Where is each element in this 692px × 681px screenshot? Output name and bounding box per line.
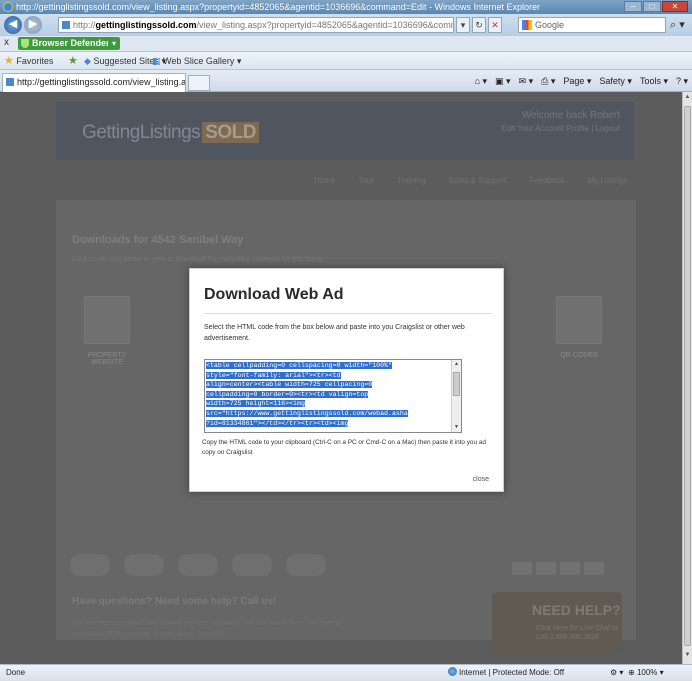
safety-menu[interactable]: Safety ▾ <box>599 74 632 88</box>
command-bar: ⌂ ▾ ▣ ▾ ✉ ▾ ⎙ ▾ Page ▾ Safety ▾ Tools ▾ … <box>475 74 688 88</box>
qr-code-icon[interactable] <box>556 296 602 344</box>
ie-icon <box>3 2 13 12</box>
tab-bar: http://gettinglistingssold.com/view_list… <box>0 70 692 92</box>
badge-icon <box>232 554 272 576</box>
questions-heading: Have questions? Need some help? Call us! <box>72 596 277 607</box>
dialog-title: Download Web Ad <box>204 286 344 303</box>
scroll-up-icon[interactable]: ▲ <box>684 94 691 104</box>
nav-training[interactable]: Training <box>397 176 426 185</box>
badge-icon <box>124 554 164 576</box>
questions-body: Our live representatives are always a ph… <box>72 620 341 638</box>
badge-icon <box>286 554 326 576</box>
site-logo[interactable]: GettingListings SOLD <box>82 122 259 144</box>
compatibility-view-icon[interactable]: ▾ <box>456 17 470 33</box>
home-icon[interactable]: ⌂ ▾ <box>475 74 487 88</box>
card-icon <box>512 562 532 575</box>
site-header: GettingListings SOLD Welcome back Robert … <box>56 102 634 160</box>
print-icon[interactable]: ⎙ ▾ <box>541 74 555 88</box>
card-icon <box>536 562 556 575</box>
address-input[interactable]: http://gettinglistingssold.com/view_list… <box>58 17 454 33</box>
qr-codes-label: QR CODES <box>560 352 598 359</box>
star-icon: ★ <box>4 55 14 67</box>
favorites-bar: ★ Favorites ★ ◆ Suggested Sites ▾ ◧ Web … <box>0 52 692 70</box>
html-code-text: <table cellpadding=0 cellspacing=0 width… <box>206 362 408 427</box>
code-scrollbar[interactable]: ▲ ▼ <box>451 360 461 432</box>
account-links[interactable]: Edit Your Account Profile | Logout <box>501 124 620 133</box>
minimize-button[interactable]: – <box>624 1 642 12</box>
nav-feedback[interactable]: Feedback <box>529 176 564 185</box>
copy-instructions: Copy the HTML code to your clipboard (Ct… <box>202 439 486 456</box>
status-text: Done <box>6 668 26 677</box>
window-close-button[interactable]: ✕ <box>662 1 688 12</box>
window-title: http://gettinglistingssold.com/view_list… <box>16 2 541 12</box>
google-icon <box>522 20 532 30</box>
tools-menu[interactable]: Tools ▾ <box>640 74 668 88</box>
window-controls: – □ ✕ <box>624 1 688 12</box>
status-options-icon[interactable]: ⚙ ▾ <box>610 665 623 681</box>
search-icon[interactable]: ⌕ ▾ <box>670 18 685 32</box>
address-tools: ▾ ↻ ✕ <box>456 17 502 33</box>
addon-toolbar: x Browser Defender ▾ <box>0 36 692 52</box>
card-icon <box>584 562 604 575</box>
back-button[interactable]: ◀ <box>4 16 22 34</box>
code-scroll-down-icon[interactable]: ▼ <box>453 424 460 431</box>
property-website-label: PROPERTY WEBSITE <box>87 352 127 366</box>
help-icon[interactable]: ? ▾ <box>676 74 688 88</box>
downloads-title: Downloads for 4542 Sanibel Way <box>72 234 244 246</box>
divider <box>204 313 492 314</box>
welcome-box: Welcome back Robert Edit Your Account Pr… <box>501 110 620 133</box>
code-scroll-thumb[interactable] <box>453 372 460 396</box>
badge-icon <box>70 554 110 576</box>
search-input[interactable]: Google <box>518 17 666 33</box>
page-scrollbar[interactable]: ▲ ▼ <box>682 92 692 664</box>
nav-my-listings[interactable]: My Listings <box>587 176 627 185</box>
close-link[interactable]: close <box>473 476 489 483</box>
refresh-icon[interactable]: ↻ <box>472 17 486 33</box>
window-titlebar: http://gettinglistingssold.com/view_list… <box>0 0 692 14</box>
downloads-subtitle: Click on an icon below to view or downlo… <box>72 256 323 263</box>
mail-icon[interactable]: ✉ ▾ <box>519 74 534 88</box>
address-toolbar: ◀ ▶ http://gettinglistingssold.com/view_… <box>0 14 692 36</box>
download-web-ad-dialog: Download Web Ad Select the HTML code fro… <box>189 268 504 492</box>
nav-sales-support[interactable]: Sales & Support <box>449 176 507 185</box>
scroll-down-icon[interactable]: ▼ <box>684 652 691 662</box>
nav-tour[interactable]: Tour <box>358 176 374 185</box>
status-bar: Done Internet | Protected Mode: Off ⚙ ▾ … <box>0 664 692 681</box>
toolbar-close-button[interactable]: x <box>4 37 9 48</box>
html-code-textarea[interactable]: <table cellpadding=0 cellspacing=0 width… <box>204 359 462 433</box>
tab-current[interactable]: http://gettinglistingssold.com/view_list… <box>2 73 186 92</box>
dialog-instructions: Select the HTML code from the box below … <box>204 324 465 342</box>
zoom-control[interactable]: ⊕ 100% ▾ <box>628 665 664 681</box>
add-favorite-icon[interactable]: ★ <box>68 52 78 70</box>
nav-home[interactable]: Home <box>314 176 335 185</box>
trust-badges <box>70 554 326 576</box>
welcome-text: Welcome back Robert <box>521 110 620 121</box>
badge-icon <box>178 554 218 576</box>
favorites-button[interactable]: ★ Favorites <box>4 52 53 70</box>
page-menu[interactable]: Page ▾ <box>563 74 591 88</box>
property-website-icon[interactable] <box>84 296 130 344</box>
site-nav: Home Tour Training Sales & Support Feedb… <box>314 176 627 185</box>
browser-defender-button[interactable]: Browser Defender <box>18 37 114 50</box>
zoom-icon: ⊕ <box>628 668 635 677</box>
tab-page-icon <box>6 78 14 86</box>
code-scroll-up-icon[interactable]: ▲ <box>453 361 460 368</box>
need-help-banner[interactable]: NEED HELP? Click Here for Live Chat or C… <box>492 592 622 654</box>
security-zone[interactable]: Internet | Protected Mode: Off <box>448 665 564 681</box>
page-icon <box>62 21 70 29</box>
shield-icon <box>21 39 29 48</box>
maximize-button[interactable]: □ <box>643 1 661 12</box>
payment-cards <box>512 562 604 575</box>
scroll-thumb[interactable] <box>684 106 691 646</box>
card-icon <box>560 562 580 575</box>
web-slice-gallery-button[interactable]: ◧ Web Slice Gallery ▾ <box>152 52 241 70</box>
globe-icon <box>448 667 457 676</box>
forward-button[interactable]: ▶ <box>24 16 42 34</box>
feeds-icon[interactable]: ▣ ▾ <box>495 74 511 88</box>
new-tab-button[interactable] <box>188 75 210 91</box>
browser-defender-dropdown[interactable]: ▾ <box>108 37 120 50</box>
stop-icon[interactable]: ✕ <box>488 17 502 33</box>
